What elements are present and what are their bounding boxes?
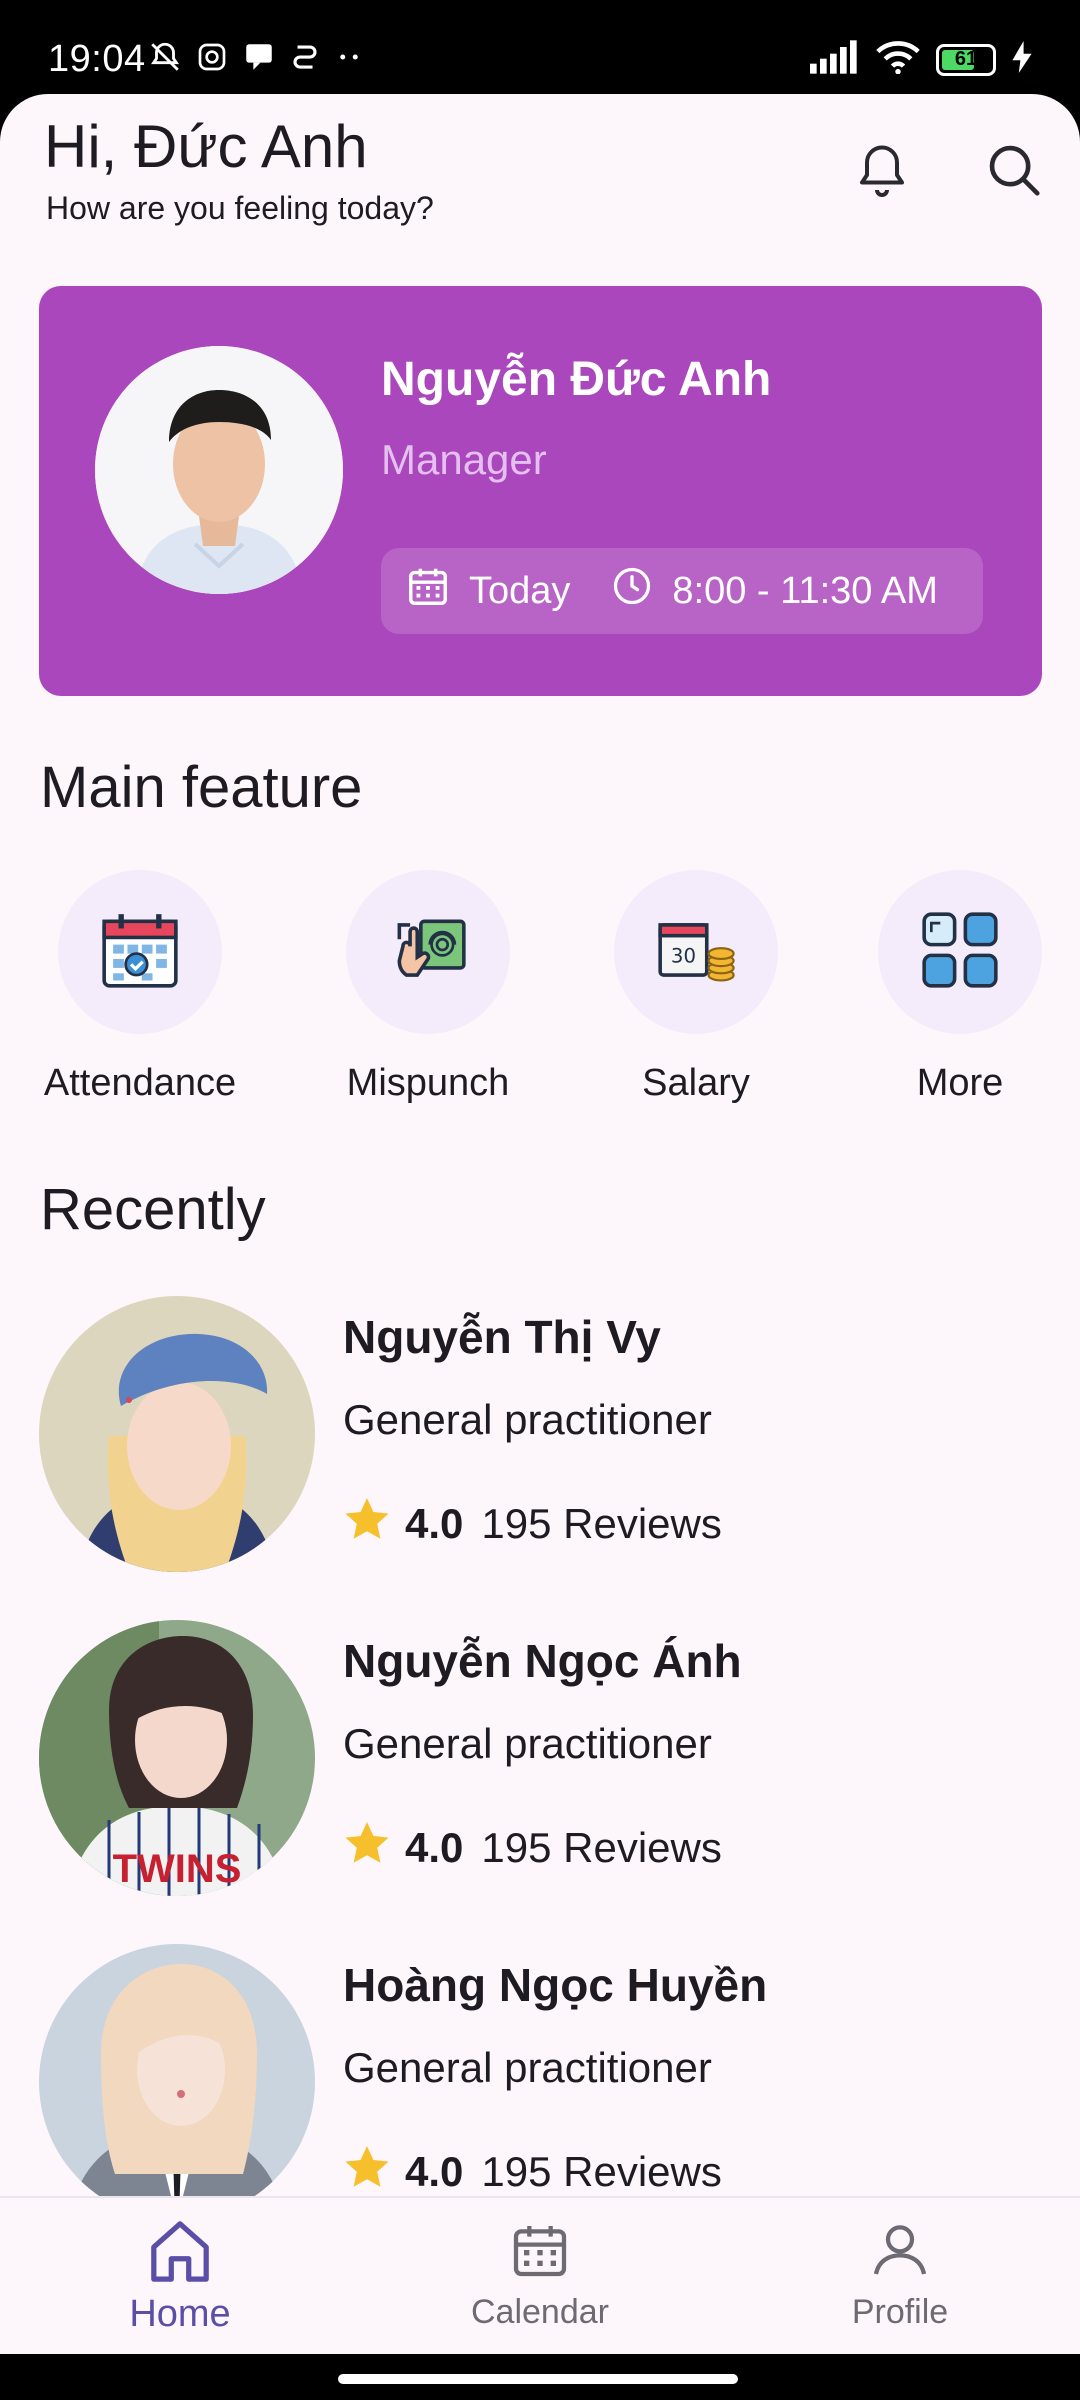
profile-avatar: [95, 346, 343, 594]
rating-value: 4.0: [405, 2148, 464, 2195]
notification-button[interactable]: [842, 132, 922, 212]
feature-more[interactable]: More: [840, 870, 1080, 1105]
status-time: 19:04: [48, 38, 146, 80]
home-icon: [145, 2221, 215, 2286]
bell-off-icon: [148, 40, 182, 83]
feature-salary-circle: 30: [614, 870, 778, 1034]
search-button[interactable]: [974, 132, 1054, 212]
recent-role: General practitioner: [343, 1720, 712, 1767]
home-screen: Hi, Đức Anh How are you feeling today? N…: [0, 94, 1080, 2354]
profile-icon: [868, 2225, 932, 2286]
nav-profile[interactable]: Profile: [780, 2218, 1020, 2332]
profile-role: Manager: [381, 436, 547, 483]
rating-value: 4.0: [405, 1824, 464, 1871]
feature-attendance-label: Attendance: [43, 1062, 237, 1104]
bell-icon: [852, 139, 912, 206]
rating: 4.0 195 Reviews: [343, 1496, 722, 1552]
charging-icon: [1012, 41, 1032, 78]
rating-reviews: 195 Reviews: [481, 1500, 722, 1547]
recent-item[interactable]: TWINS Nguyễn Ngọc Ánh General practition…: [39, 1620, 1039, 1900]
clock-icon: [610, 564, 654, 618]
svg-text:TWINS: TWINS: [113, 1847, 242, 1891]
calendar-icon: [405, 563, 451, 619]
status-notification-icons: [148, 40, 364, 83]
signal-icon: [810, 40, 860, 79]
recent-photo: [39, 1296, 315, 1572]
rating-reviews: 195 Reviews: [481, 1824, 722, 1871]
recent-photo: TWINS: [39, 1620, 315, 1896]
recent-item[interactable]: Hoàng Ngọc Huyền General practitioner 4.…: [39, 1944, 1039, 2224]
recent-name: Nguyễn Thị Vy: [343, 1311, 661, 1363]
greeting-title: Hi, Đức Anh: [44, 113, 368, 180]
instagram-icon: [196, 41, 228, 82]
nav-profile-label: Profile: [851, 2293, 949, 2331]
schedule-time-label: 8:00 - 11:30 AM: [672, 569, 938, 612]
svg-text:30: 30: [671, 944, 696, 967]
profile-name: Nguyễn Đức Anh: [381, 353, 772, 406]
schedule-time: 8:00 - 11:30 AM: [610, 564, 938, 618]
feature-mispunch[interactable]: Mispunch: [308, 870, 548, 1105]
feature-salary-label: Salary: [642, 1062, 750, 1104]
recent-item[interactable]: Nguyễn Thị Vy General practitioner 4.0 1…: [39, 1296, 1039, 1576]
schedule-day-label: Today: [469, 569, 571, 612]
recent-name: Nguyễn Ngọc Ánh: [343, 1635, 742, 1687]
feature-more-circle: [878, 870, 1042, 1034]
star-icon: [343, 1496, 391, 1552]
rating: 4.0 195 Reviews: [343, 1820, 722, 1876]
status-system-icons: 61: [810, 40, 1032, 79]
rating: 4.0 195 Reviews: [343, 2144, 722, 2200]
profile-card[interactable]: Nguyễn Đức Anh Manager Today 8:00 - 11:3…: [39, 286, 1042, 696]
feature-attendance[interactable]: Attendance: [20, 870, 260, 1105]
battery-level: 61: [954, 48, 978, 70]
feature-more-label: More: [916, 1062, 1004, 1104]
attendance-calendar-icon: [97, 907, 183, 998]
schedule-day: Today: [405, 563, 570, 619]
star-icon: [343, 2144, 391, 2200]
app-icon: [290, 42, 320, 81]
calendar-icon: [508, 2226, 572, 2286]
recent-photo: [39, 1944, 315, 2220]
nav-calendar[interactable]: Calendar: [420, 2218, 660, 2332]
rating-reviews: 195 Reviews: [481, 2148, 722, 2195]
grid-icon: [917, 907, 1003, 998]
greeting-subtitle: How are you feeling today?: [46, 190, 434, 226]
main-feature-title: Main feature: [40, 755, 363, 820]
rating-value: 4.0: [405, 1500, 464, 1547]
feature-salary[interactable]: 30 Salary: [576, 870, 816, 1105]
recent-role: General practitioner: [343, 1396, 712, 1443]
recently-title: Recently: [40, 1177, 266, 1242]
recent-role: General practitioner: [343, 2044, 712, 2091]
nav-calendar-label: Calendar: [471, 2293, 609, 2331]
feature-mispunch-circle: [346, 870, 510, 1034]
battery-icon: 61: [936, 43, 996, 76]
more-dots-icon: [334, 42, 364, 81]
home-indicator[interactable]: [338, 2374, 738, 2384]
search-icon: [983, 139, 1045, 206]
salary-icon: 30: [653, 907, 739, 998]
nav-home[interactable]: Home: [60, 2218, 300, 2336]
schedule-chip: Today 8:00 - 11:30 AM: [381, 548, 983, 634]
recent-name: Hoàng Ngọc Huyền: [343, 1959, 768, 2011]
nav-home-label: Home: [129, 2293, 231, 2335]
message-icon: [242, 40, 276, 83]
wifi-icon: [876, 40, 920, 79]
feature-mispunch-label: Mispunch: [346, 1062, 510, 1104]
bottom-navigation: Home Calendar Profile: [0, 2196, 1080, 2354]
star-icon: [343, 1820, 391, 1876]
fingerprint-icon: [385, 907, 471, 998]
feature-attendance-circle: [58, 870, 222, 1034]
